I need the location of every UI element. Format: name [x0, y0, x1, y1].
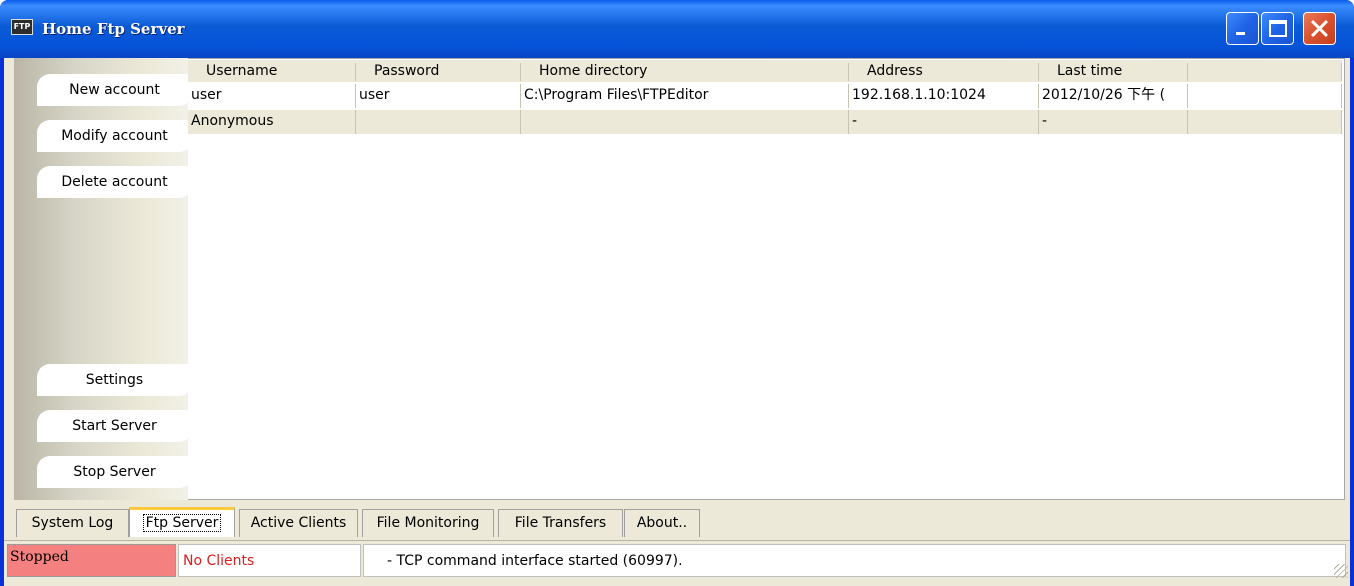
tab-strip: System Log Ftp Server Active Clients Fil…: [12, 507, 1348, 537]
settings-button[interactable]: Settings: [37, 364, 192, 396]
cell-password: user: [356, 84, 521, 108]
table-header: Username Password Home directory Address…: [188, 60, 1342, 82]
cell-username: Anonymous: [188, 110, 356, 134]
column-header-password[interactable]: Password: [356, 63, 521, 81]
delete-account-button[interactable]: Delete account: [37, 166, 192, 198]
tab-about[interactable]: About..: [624, 509, 700, 537]
status-message: - TCP command interface started (60997).: [363, 544, 1346, 577]
status-bar: Stopped No Clients - TCP command interfa…: [4, 540, 1350, 580]
tab-ftp-server[interactable]: Ftp Server: [129, 507, 235, 537]
start-server-button[interactable]: Start Server: [37, 410, 192, 442]
modify-account-button[interactable]: Modify account: [37, 120, 192, 152]
ftp-app-icon: FTP: [11, 19, 33, 35]
cell-last-time: -: [1039, 110, 1188, 134]
tab-system-log[interactable]: System Log: [16, 509, 129, 537]
app-window: FTP Home Ftp Server New account Modify a…: [0, 0, 1354, 586]
account-sidebar: New account Modify account Delete accoun…: [14, 58, 192, 500]
column-header-username[interactable]: Username: [188, 63, 356, 81]
cell-address: -: [849, 110, 1039, 134]
server-state-indicator: Stopped: [7, 544, 176, 577]
cell-filler: [1188, 84, 1342, 108]
stop-server-button[interactable]: Stop Server: [37, 456, 192, 488]
maximize-button[interactable]: [1261, 12, 1294, 45]
clients-status: No Clients: [178, 544, 361, 577]
column-header-filler: [1188, 63, 1342, 81]
tab-active-clients[interactable]: Active Clients: [239, 509, 358, 537]
cell-username: user: [188, 84, 356, 108]
minimize-icon: [1236, 32, 1245, 35]
title-bar[interactable]: FTP Home Ftp Server: [0, 0, 1354, 58]
cell-last-time: 2012/10/26 下午 (: [1039, 84, 1188, 108]
new-account-button[interactable]: New account: [37, 74, 192, 106]
column-header-last-time[interactable]: Last time: [1039, 63, 1188, 81]
cell-home-directory: C:\Program Files\FTPEditor: [521, 84, 849, 108]
tab-file-transfers[interactable]: File Transfers: [498, 509, 623, 537]
tab-ftp-server-label: Ftp Server: [142, 514, 222, 532]
client-area: New account Modify account Delete accoun…: [4, 58, 1350, 586]
close-icon: [1304, 13, 1335, 44]
resize-grip-icon[interactable]: [1334, 564, 1348, 578]
close-button[interactable]: [1303, 12, 1336, 45]
table-row[interactable]: user user C:\Program Files\FTPEditor 192…: [188, 84, 1342, 108]
cell-password: [356, 110, 521, 134]
column-header-address[interactable]: Address: [849, 63, 1039, 81]
cell-filler: [1188, 110, 1342, 134]
column-header-home-directory[interactable]: Home directory: [521, 63, 849, 81]
window-title: Home Ftp Server: [42, 20, 185, 38]
maximize-icon: [1269, 20, 1287, 37]
table-row[interactable]: Anonymous - -: [188, 110, 1342, 134]
tab-file-monitoring[interactable]: File Monitoring: [362, 509, 494, 537]
cell-address: 192.168.1.10:1024: [849, 84, 1039, 108]
cell-home-directory: [521, 110, 849, 134]
minimize-button[interactable]: [1226, 12, 1259, 45]
